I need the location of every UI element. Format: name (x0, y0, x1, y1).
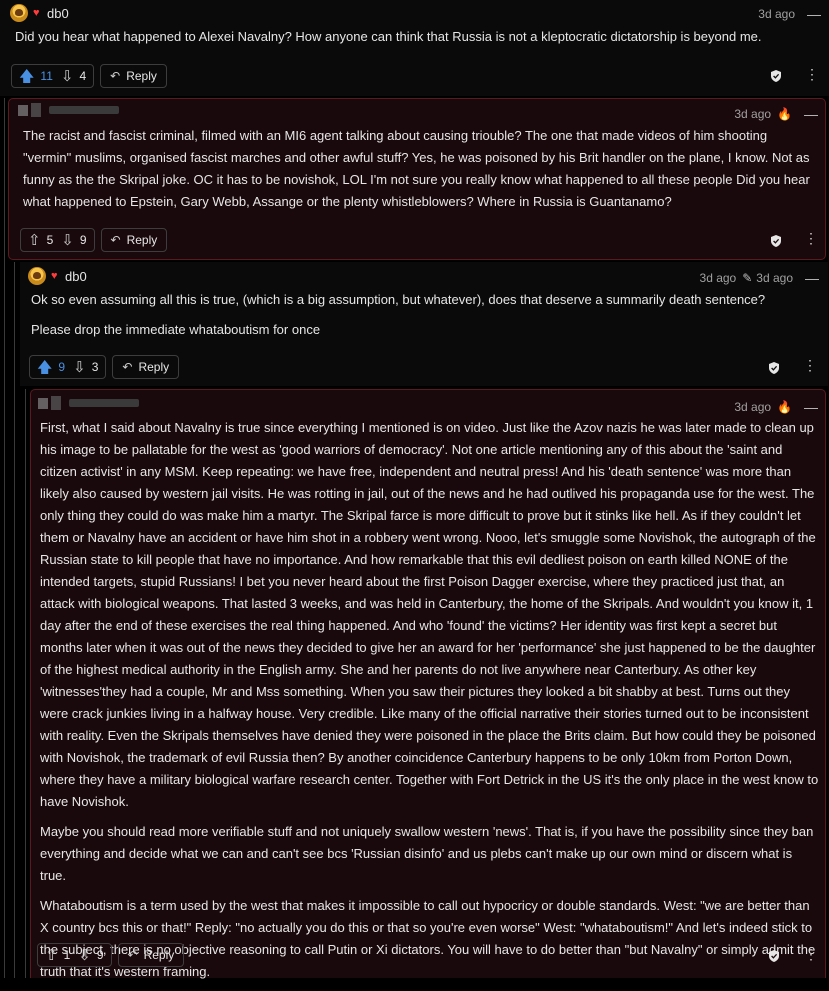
pencil-icon: ✎ (742, 271, 753, 285)
reply-label: Reply (126, 233, 158, 247)
reply-icon: ↶ (122, 360, 133, 374)
downvote-count: 9 (79, 233, 87, 247)
comment: 3d ago 🔥 — The racist and fascist crimin… (8, 98, 826, 260)
username-redacted[interactable] (38, 396, 139, 410)
comment-paragraph: Please drop the immediate whataboutism f… (31, 322, 321, 337)
avatar[interactable] (28, 267, 46, 285)
reply-label: Reply (143, 948, 175, 962)
username[interactable]: db0 (47, 6, 69, 21)
timestamp[interactable]: 3d ago (734, 400, 771, 414)
comment: 3d ago 🔥 — First, what I said about Nava… (30, 389, 826, 979)
downvote-count: 9 (96, 948, 104, 962)
arrow-down-icon[interactable]: ⇩ (61, 69, 74, 84)
downvote-count: 4 (79, 69, 87, 83)
minus-icon[interactable]: — (805, 270, 819, 286)
more-options-icon[interactable]: ⋮ (805, 66, 820, 83)
comment-body: Ok so even assuming all this is true, (w… (31, 289, 811, 349)
reply-button[interactable]: ↶ Reply (112, 355, 180, 379)
comment-paragraph: Did you hear what happened to Alexei Nav… (15, 29, 762, 44)
arrow-up-icon[interactable]: 🡅 (37, 360, 52, 375)
reply-icon: ↶ (110, 233, 121, 247)
comment-paragraph: The racist and fascist criminal, filmed … (23, 128, 810, 209)
comment-actions: 🡅 9 ⇩ 3 ↶ Reply (29, 355, 180, 379)
arrow-down-icon[interactable]: ⇩ (61, 233, 74, 248)
timestamp[interactable]: 3d ago (758, 7, 795, 21)
arrow-down-icon[interactable]: ⇩ (78, 948, 91, 963)
reply-button[interactable]: ↶ Reply (117, 943, 185, 967)
more-options-icon[interactable]: ⋮ (804, 946, 819, 963)
comment-meta: 3d ago — (758, 6, 821, 22)
thread-line[interactable] (14, 262, 15, 978)
heart-icon: ♥ (33, 6, 40, 19)
shield-check-icon[interactable] (771, 70, 781, 82)
comment-header (38, 396, 139, 410)
shield-check-icon[interactable] (769, 362, 779, 374)
flame-icon: 🔥 (777, 107, 792, 121)
flame-icon: 🔥 (777, 400, 792, 414)
comment-paragraph: Ok so even assuming all this is true, (w… (31, 292, 766, 307)
comment-paragraph: Whataboutism is a term used by the west … (40, 898, 816, 979)
minus-icon[interactable]: — (804, 106, 818, 122)
more-options-icon[interactable]: ⋮ (803, 357, 818, 374)
comment-meta: 3d ago ✎ 3d ago — (700, 270, 819, 286)
upvote-count: 9 (58, 360, 66, 374)
reply-button[interactable]: ↶ Reply (100, 64, 167, 88)
upvote-count: 11 (40, 69, 53, 83)
edited-timestamp[interactable]: 3d ago (756, 271, 793, 285)
upvote-count: 5 (46, 233, 54, 247)
reply-label: Reply (138, 360, 170, 374)
minus-icon[interactable]: — (807, 6, 821, 22)
comment-header: ♥ db0 (10, 4, 69, 22)
minus-icon[interactable]: — (804, 399, 818, 415)
comment-header: ♥ db0 (28, 267, 87, 285)
reply-button[interactable]: ↶ Reply (100, 228, 168, 252)
heart-icon: ♥ (51, 269, 58, 282)
comment-body: Did you hear what happened to Alexei Nav… (15, 26, 815, 56)
more-options-icon[interactable]: ⋮ (804, 230, 819, 247)
comment-meta: 3d ago 🔥 — (734, 106, 818, 122)
comment-actions: ⇧ 5 ⇩ 9 ↶ Reply (20, 228, 168, 252)
vote-buttons: 🡅 9 ⇩ 3 (29, 355, 107, 379)
vote-buttons: 🡅 11 ⇩ 4 (11, 64, 95, 88)
avatar[interactable] (10, 4, 28, 22)
timestamp[interactable]: 3d ago (734, 107, 771, 121)
vote-buttons: ⇧ 1 ⇩ 9 (37, 943, 112, 967)
comment-paragraph: Maybe you should read more verifiable st… (40, 824, 814, 883)
thread-line[interactable] (25, 389, 26, 978)
upvote-count: 1 (63, 948, 71, 962)
timestamp[interactable]: 3d ago (700, 271, 737, 285)
username[interactable]: db0 (65, 269, 87, 284)
shield-check-icon[interactable] (771, 235, 781, 247)
comment-header (18, 103, 119, 117)
arrow-up-icon[interactable]: ⇧ (45, 948, 58, 963)
reply-icon: ↶ (110, 69, 121, 83)
comment-actions: ⇧ 1 ⇩ 9 ↶ Reply (37, 943, 185, 967)
username-redacted[interactable] (18, 103, 119, 117)
arrow-up-icon[interactable]: ⇧ (28, 233, 41, 248)
comment-body: The racist and fascist criminal, filmed … (23, 125, 813, 221)
reply-label: Reply (126, 69, 157, 83)
comment: ♥ db0 3d ago ✎ 3d ago — Ok so even assum… (20, 262, 828, 386)
arrow-down-icon[interactable]: ⇩ (73, 360, 86, 375)
arrow-up-icon[interactable]: 🡅 (19, 69, 34, 84)
reply-icon: ↶ (127, 948, 138, 962)
downvote-count: 3 (91, 360, 99, 374)
comment-actions: 🡅 11 ⇩ 4 ↶ Reply (11, 64, 167, 88)
thread-line[interactable] (4, 98, 5, 978)
vote-buttons: ⇧ 5 ⇩ 9 (20, 228, 95, 252)
comment-paragraph: First, what I said about Navalny is true… (40, 420, 819, 809)
comment: ♥ db0 3d ago — Did you hear what happene… (0, 0, 829, 96)
comment-meta: 3d ago 🔥 — (734, 399, 818, 415)
shield-check-icon[interactable] (769, 950, 779, 962)
comment-body: First, what I said about Navalny is true… (40, 417, 820, 991)
